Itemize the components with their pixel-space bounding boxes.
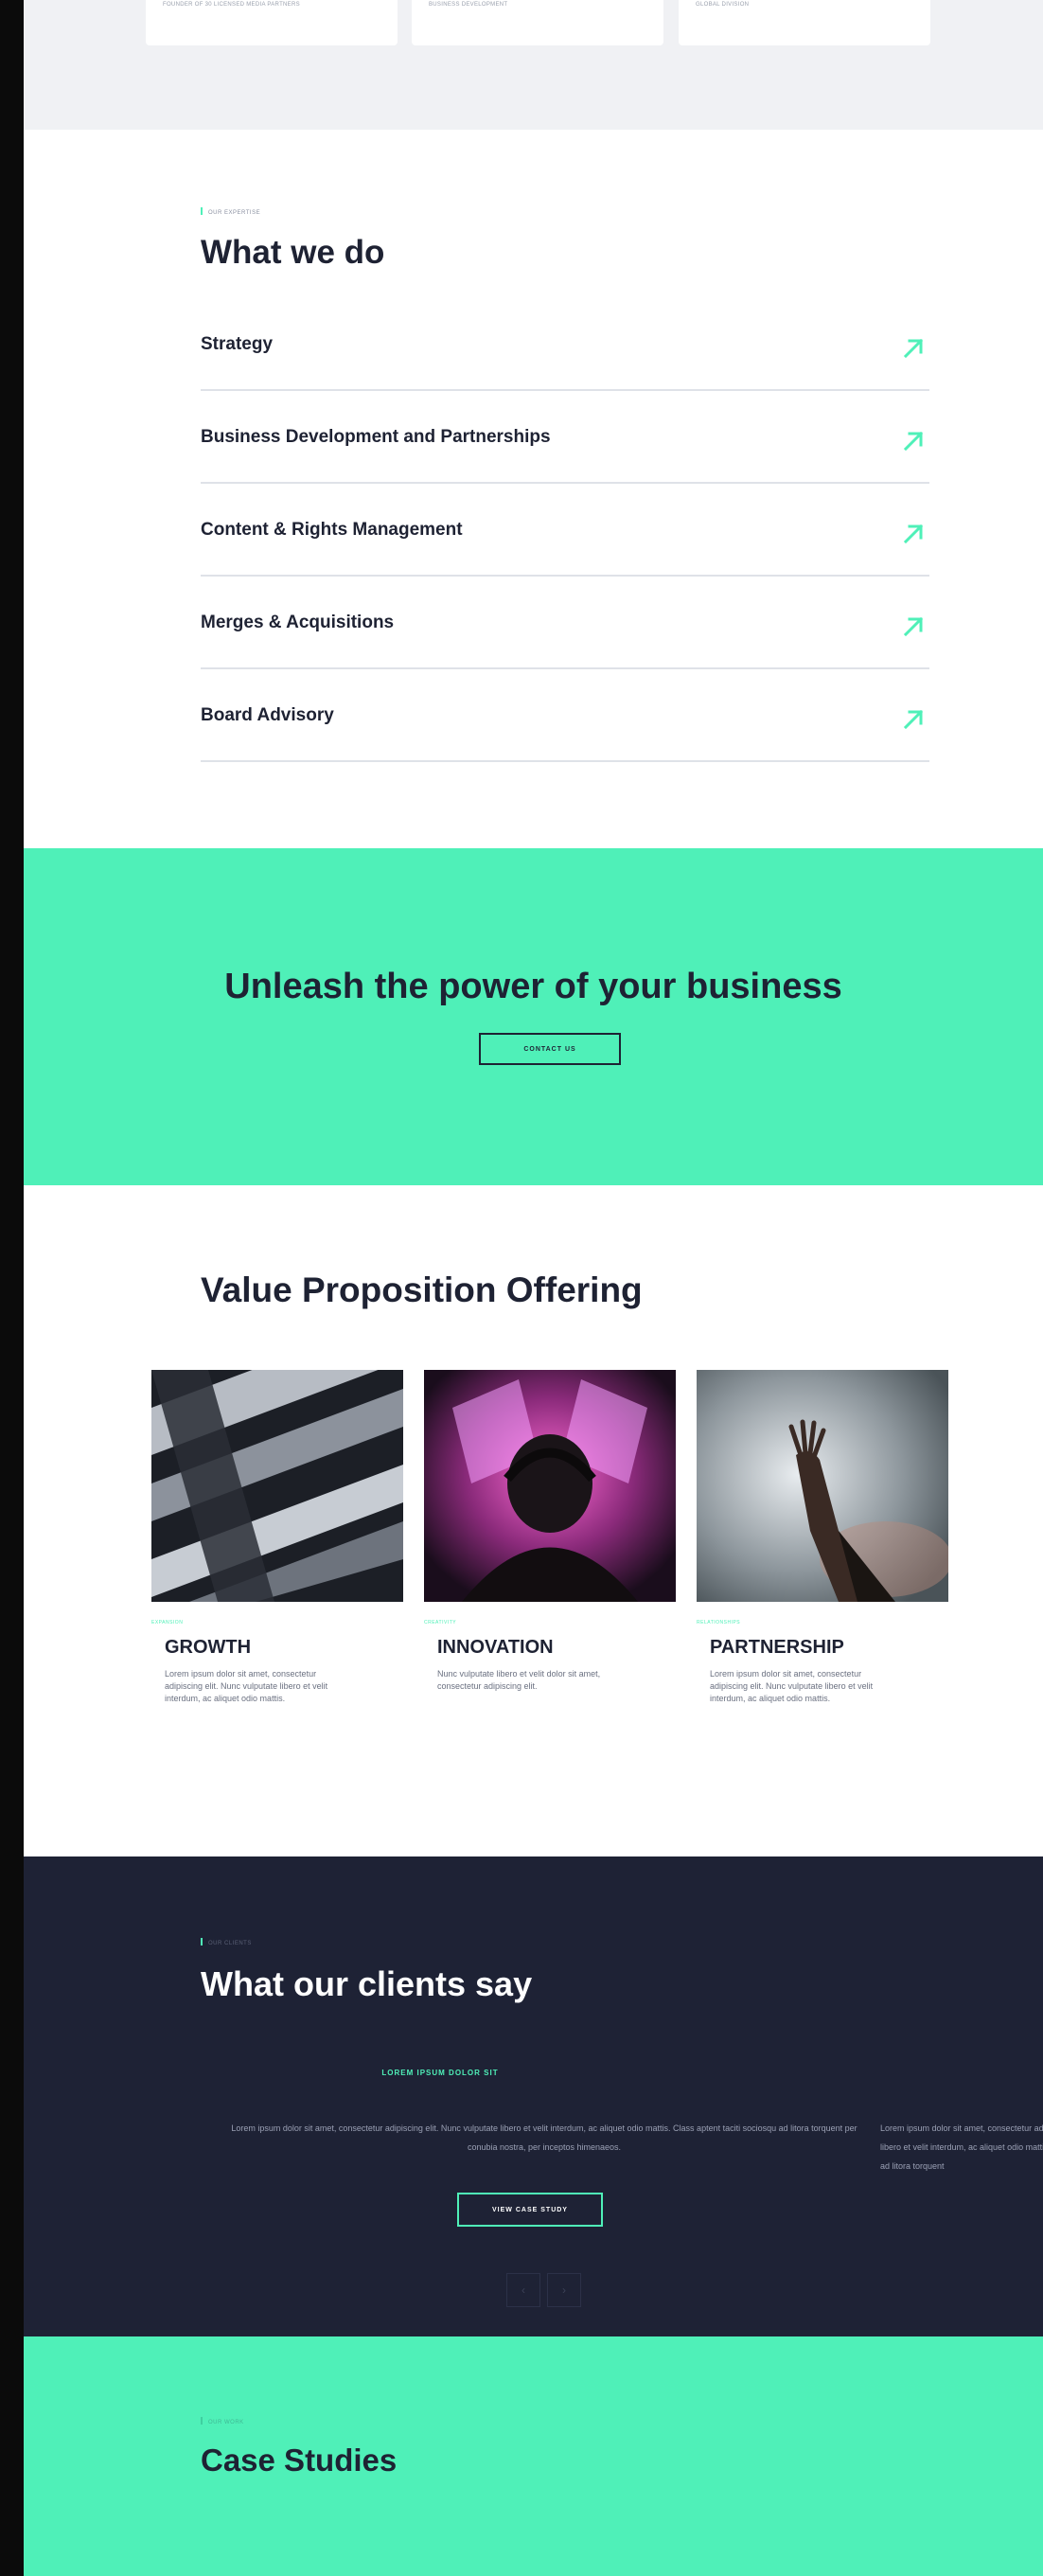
expertise-title: What we do <box>201 234 385 271</box>
service-label: Merges & Acquisitions <box>201 613 395 632</box>
quote-text-next: Lorem ipsum dolor sit amet, consectetur … <box>880 2123 1043 2171</box>
service-label: Strategy <box>201 334 274 354</box>
value-title: Value Proposition Offering <box>201 1270 643 1309</box>
contact-us-button[interactable]: CONTACT US <box>479 1033 621 1065</box>
growth-image <box>151 1370 403 1602</box>
arrow-up-right-icon <box>903 524 924 544</box>
value-card-innovation[interactable]: CREATIVITY INNOVATION Nunc vulputate lib… <box>424 1370 676 1693</box>
page: FOUNDER OF 30 LICENSED MEDIA PARTNERS BU… <box>24 0 1043 2576</box>
quote-text: Lorem ipsum dolor sit amet, consectetur … <box>231 2123 857 2152</box>
value-card-tag: RELATIONSHIPS <box>697 1620 741 1626</box>
innovation-image <box>424 1370 676 1602</box>
stat-card: BUSINESS DEVELOPMENT <box>412 0 663 45</box>
stats-band: FOUNDER OF 30 LICENSED MEDIA PARTNERS BU… <box>24 0 1043 130</box>
testimonials-eyebrow: OUR CLIENTS <box>201 1938 252 1946</box>
view-case-study-button[interactable]: VIEW CASE STUDY <box>457 2193 603 2227</box>
stat-card-text: FOUNDER OF 30 LICENSED MEDIA PARTNERS <box>163 2 300 8</box>
stat-card: FOUNDER OF 30 LICENSED MEDIA PARTNERS <box>146 0 398 45</box>
value-card-desc: Lorem ipsum dolor sit amet, consectetur … <box>165 1669 328 1703</box>
service-item-board-advisory[interactable]: Board Advisory <box>201 669 929 762</box>
value-card-partnership[interactable]: RELATIONSHIPS PARTNERSHIP Lorem ipsum do… <box>697 1370 948 1705</box>
arrow-up-right-icon <box>903 431 924 452</box>
arrow-up-right-icon <box>903 338 924 359</box>
testimonials-section: OUR CLIENTS What our clients say LOREM I… <box>24 1856 1043 2336</box>
chevron-left-icon[interactable]: ‹ <box>506 2273 540 2307</box>
value-card-desc: Lorem ipsum dolor sit amet, consectetur … <box>710 1669 874 1703</box>
service-item-merges-acquisitions[interactable]: Merges & Acquisitions <box>201 577 929 669</box>
chevron-right-icon[interactable]: › <box>547 2273 581 2307</box>
services-list: Strategy Business Development and Partne… <box>201 301 929 762</box>
value-card-title: PARTNERSHIP <box>710 1637 844 1658</box>
stat-card-text: BUSINESS DEVELOPMENT <box>429 2 508 8</box>
case-studies-title: Case Studies <box>201 2443 398 2478</box>
service-label: Content & Rights Management <box>201 520 463 540</box>
value-card-tag: CREATIVITY <box>424 1620 457 1626</box>
cta-title: Unleash the power of your business <box>224 967 842 1006</box>
case-studies-section: OUR WORK Case Studies <box>24 2336 1043 2576</box>
testimonials-title: What our clients say <box>201 1964 533 2003</box>
cta-section: Unleash the power of your business CONTA… <box>24 848 1043 1185</box>
stat-card: GLOBAL DIVISION <box>679 0 930 45</box>
service-item-content-rights[interactable]: Content & Rights Management <box>201 484 929 577</box>
case-studies-eyebrow: OUR WORK <box>201 2417 244 2425</box>
value-card-desc: Nunc vulputate libero et velit dolor sit… <box>437 1669 601 1691</box>
partnership-image <box>697 1370 948 1602</box>
service-label: Board Advisory <box>201 705 334 725</box>
arrow-up-right-icon <box>903 616 924 637</box>
service-label: Business Development and Partnerships <box>201 427 551 447</box>
arrow-up-right-icon <box>903 709 924 730</box>
service-item-business-development[interactable]: Business Development and Partnerships <box>201 391 929 484</box>
value-card-growth[interactable]: EXPANSION GROWTH Lorem ipsum dolor sit a… <box>151 1370 403 1705</box>
value-card-tag: EXPANSION <box>151 1620 184 1626</box>
quote-title: LOREM IPSUM DOLOR SIT <box>381 2069 499 2077</box>
service-item-strategy[interactable]: Strategy <box>201 301 929 391</box>
expertise-eyebrow: OUR EXPERTISE <box>201 207 260 216</box>
stat-card-text: GLOBAL DIVISION <box>696 2 750 8</box>
value-card-title: GROWTH <box>165 1637 252 1658</box>
value-card-title: INNOVATION <box>437 1637 554 1658</box>
